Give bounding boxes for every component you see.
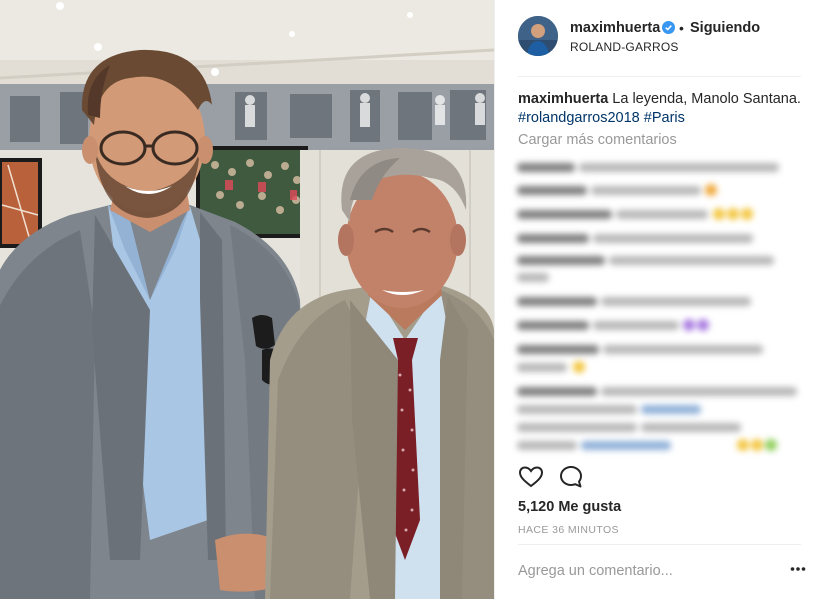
username-link[interactable]: maximhuerta [570,20,660,36]
post-photo-illustration [0,0,494,599]
heart-icon[interactable] [518,464,544,490]
location-link[interactable]: ROLAND-GARROS [570,40,679,54]
post-side-panel: maximhuerta • Siguiendo ROLAND-GARROS ma… [494,0,818,599]
hashtag-paris[interactable]: #Paris [644,110,685,126]
caption-username[interactable]: maximhuerta [518,91,608,107]
post-caption: maximhuerta La leyenda, Manolo Santana. … [518,90,808,128]
avatar-image [518,16,558,56]
instagram-post: maximhuerta • Siguiendo ROLAND-GARROS ma… [0,0,818,599]
verified-badge-icon [662,21,675,34]
post-header: maximhuerta • Siguiendo ROLAND-GARROS [518,16,801,77]
avatar[interactable] [518,16,558,56]
separator-dot: • [679,20,684,36]
blurred-comments-list [513,155,805,463]
post-photo[interactable] [0,0,494,599]
caption-text: La leyenda, Manolo Santana. [612,91,801,107]
add-comment-input[interactable] [518,563,768,579]
likes-count[interactable]: 5,120 Me gusta [518,499,621,515]
post-timestamp[interactable]: HACE 36 MINUTOS [518,524,619,536]
divider [518,544,801,545]
more-options-icon[interactable] [790,566,806,572]
load-more-comments-button[interactable]: Cargar más comentarios [518,132,677,148]
comment-bubble-icon[interactable] [558,464,584,490]
hashtag-rolandgarros2018[interactable]: #rolandgarros2018 [518,110,640,126]
following-button[interactable]: Siguiendo [690,20,760,36]
post-actions [518,464,608,492]
